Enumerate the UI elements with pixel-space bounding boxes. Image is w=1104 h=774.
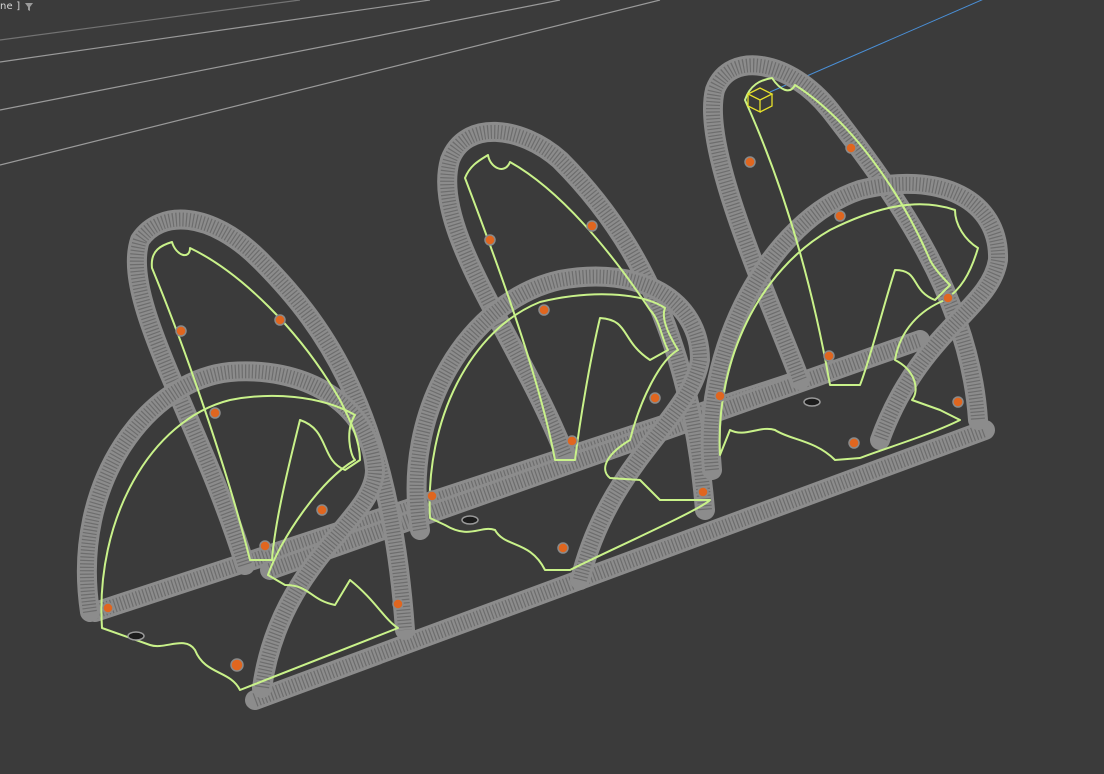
bolt — [259, 540, 271, 552]
foot-bolt — [461, 515, 479, 525]
bolt — [175, 325, 187, 337]
bolt — [426, 490, 438, 502]
bolt — [649, 392, 661, 404]
bolt — [102, 602, 114, 614]
bolt — [714, 390, 726, 402]
bolt — [744, 156, 756, 168]
foot-bolt — [803, 397, 821, 407]
pivot-gizmo-icon[interactable] — [746, 87, 774, 114]
foot-bolt — [127, 631, 145, 641]
bolt — [274, 314, 286, 326]
bolt — [942, 292, 954, 304]
bolt — [557, 542, 569, 554]
bolt — [952, 396, 964, 408]
arch-3-front — [700, 173, 1009, 480]
bolt — [823, 350, 835, 362]
bolt — [848, 437, 860, 449]
bolt — [316, 504, 328, 516]
bolt — [392, 598, 404, 610]
bolt — [230, 658, 244, 672]
bolt — [586, 220, 598, 232]
bolt — [209, 407, 221, 419]
3d-viewport[interactable]: ne ] — [0, 0, 1104, 774]
scene-canvas[interactable] — [0, 0, 1104, 774]
grid-lines — [0, 0, 661, 166]
bolt — [484, 234, 496, 246]
bolt — [566, 435, 578, 447]
bolt — [538, 304, 550, 316]
bolt — [845, 142, 857, 154]
bolt — [697, 486, 709, 498]
bolt — [834, 210, 846, 222]
